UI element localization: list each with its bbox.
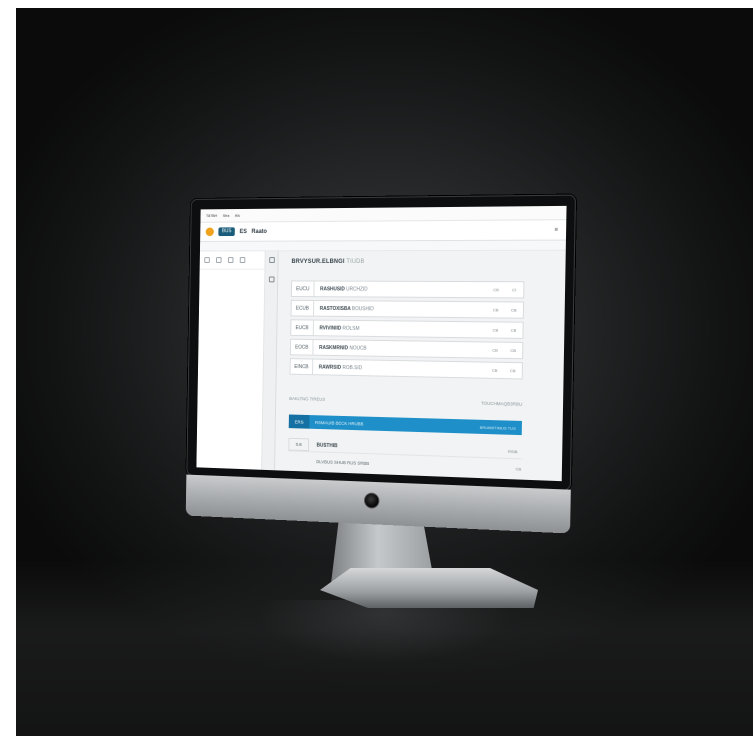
camera-icon: [364, 492, 380, 508]
page-title: BRVYSUR.ELBNGI TIUDB: [291, 259, 364, 265]
hamburger-menu-icon[interactable]: ≡: [554, 227, 558, 233]
monitor-screen: T87BH Stra Als BUS ES Raato ≡ BRVYSUR.EL…: [196, 206, 566, 481]
row-code: EINCB: [291, 359, 314, 374]
page-title-suffix: TIUDB: [346, 259, 364, 265]
toolbar-tab[interactable]: ES: [240, 229, 247, 235]
row-action-button[interactable]: CB: [486, 368, 504, 373]
selected-row-highlight[interactable]: ERS RSMAUIB BECK HRUBB BRUMBTIMUS TUS: [289, 414, 522, 435]
list-item[interactable]: ECUB RASTOXISBA BOUSHID CB CB: [291, 300, 524, 319]
summary-line: BAKLTNG TIREUS TOUCHMAQB3RBU: [289, 393, 522, 409]
detail-subrow: DLVBUS SHUB RUS SRBB CB: [316, 456, 521, 473]
monitor-bezel: T87BH Stra Als BUS ES Raato ≡ BRVYSUR.EL…: [186, 195, 576, 491]
row-action-button[interactable]: CB: [504, 368, 522, 373]
list-item[interactable]: EOCB RASKMRNID NOUCB CB CB: [290, 339, 523, 359]
menu-item[interactable]: Stra: [223, 213, 230, 218]
row-label: RASKMRNID NOUCB: [313, 344, 486, 353]
refresh-icon[interactable]: [269, 257, 275, 263]
row-action-button[interactable]: CB: [487, 287, 505, 292]
app-title: Raato: [251, 229, 266, 235]
toolbar-subbar: [200, 241, 566, 252]
app-badge[interactable]: BUS: [218, 227, 235, 236]
row-action-button[interactable]: CB: [487, 307, 505, 312]
detail-code: 0.8: [288, 438, 309, 451]
row-label: RASTOXISBA BOUSHID: [314, 305, 487, 312]
detail-label: BUSTHIB: [309, 442, 338, 449]
record-list: EUCU RASHUSID URCHZID CB CI ECUB RASTOXI…: [290, 280, 525, 382]
row-action-button[interactable]: CB: [505, 307, 523, 312]
row-code: EUCU: [292, 281, 315, 296]
selected-row-code: ERS: [289, 414, 310, 428]
row-code: ECUB: [292, 301, 315, 316]
row-action-button[interactable]: CB: [504, 328, 522, 333]
list-item[interactable]: EUCU RASHUSID URCHZID CB CI: [291, 280, 525, 298]
summary-left: BAKLTNG TIREUS: [289, 396, 325, 402]
menu-item[interactable]: T87BH: [206, 213, 217, 218]
detail-action[interactable]: RSIB: [508, 449, 522, 454]
sidebar: [196, 251, 265, 469]
selected-row-label: RSMAUIB BECK HRUBB: [309, 419, 363, 425]
list-item[interactable]: EUCB RVIVINIID ROLSM CB CB: [290, 319, 523, 339]
row-label: RVIVINIID ROLSM: [314, 325, 487, 333]
row-code: EOCB: [291, 340, 314, 355]
row-code: EUCB: [291, 320, 314, 335]
page-title-text: BRVYSUR.ELBNGI: [291, 259, 344, 265]
selected-row-meta: BRUMBTIMUS TUS: [480, 424, 522, 430]
row-action-button[interactable]: CI: [505, 287, 523, 292]
row-action-button[interactable]: CB: [486, 348, 504, 353]
main-panel: BRVYSUR.ELBNGI TIUDB EUCU RASHUSID URCHZ…: [281, 251, 566, 481]
document-icon[interactable]: [268, 276, 274, 282]
info-icon[interactable]: [240, 257, 246, 263]
app-toolbar: BUS ES Raato ≡: [200, 220, 566, 242]
row-label: RASHUSID URCHZID: [314, 286, 487, 293]
tool-rail: [262, 251, 279, 470]
file-icon[interactable]: [228, 257, 234, 263]
menu-item[interactable]: Als: [235, 213, 240, 218]
row-label: RAWRSID ROB.SID: [313, 364, 486, 373]
sidebar-icon-row: [200, 251, 265, 269]
copy-icon[interactable]: [216, 257, 222, 263]
list-item[interactable]: EINCB RAWRSID ROB.SID CB CB: [290, 358, 523, 379]
row-action-button[interactable]: CB: [486, 327, 504, 332]
detail-sub-label: DLVBUS SHUB RUS SRBB: [316, 459, 369, 466]
floor-reflection: [200, 600, 570, 736]
status-dot-icon: [206, 227, 214, 236]
detail-sub-action[interactable]: CB: [515, 466, 521, 471]
summary-right: TOUCHMAQB3RBU: [481, 400, 522, 406]
monitor: T87BH Stra Als BUS ES Raato ≡ BRVYSUR.EL…: [186, 195, 576, 534]
row-action-button[interactable]: CB: [504, 348, 522, 353]
grid-icon[interactable]: [204, 257, 210, 263]
